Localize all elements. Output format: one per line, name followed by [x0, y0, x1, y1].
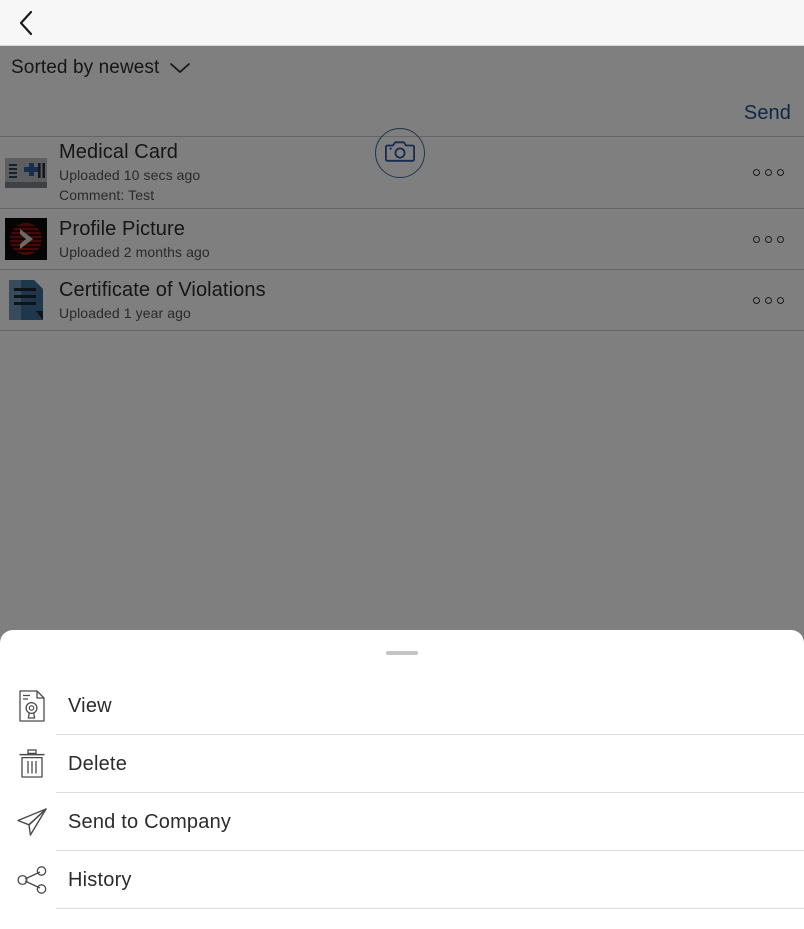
menu-item-label: Delete	[68, 752, 128, 775]
action-sheet-menu: View Delete Send to Company History	[0, 677, 804, 909]
paper-plane-icon	[12, 807, 52, 837]
action-sheet: View Delete Send to Company History	[0, 630, 804, 929]
menu-item-label: View	[68, 694, 112, 717]
divider	[56, 908, 804, 909]
menu-item-label: Send to Company	[68, 810, 232, 833]
app-root: Sorted by newest Send	[0, 0, 804, 929]
chevron-left-icon	[18, 10, 34, 36]
trash-icon	[12, 749, 52, 779]
document-view-icon	[12, 690, 52, 722]
menu-item-send-to-company[interactable]: Send to Company	[0, 793, 804, 851]
menu-item-delete[interactable]: Delete	[0, 735, 804, 793]
share-network-icon	[12, 866, 52, 894]
navigation-bar	[0, 0, 804, 46]
back-button[interactable]	[6, 4, 46, 42]
menu-item-history[interactable]: History	[0, 851, 804, 909]
menu-item-label: History	[68, 868, 132, 891]
drag-handle[interactable]	[386, 651, 418, 655]
menu-item-view[interactable]: View	[0, 677, 804, 735]
